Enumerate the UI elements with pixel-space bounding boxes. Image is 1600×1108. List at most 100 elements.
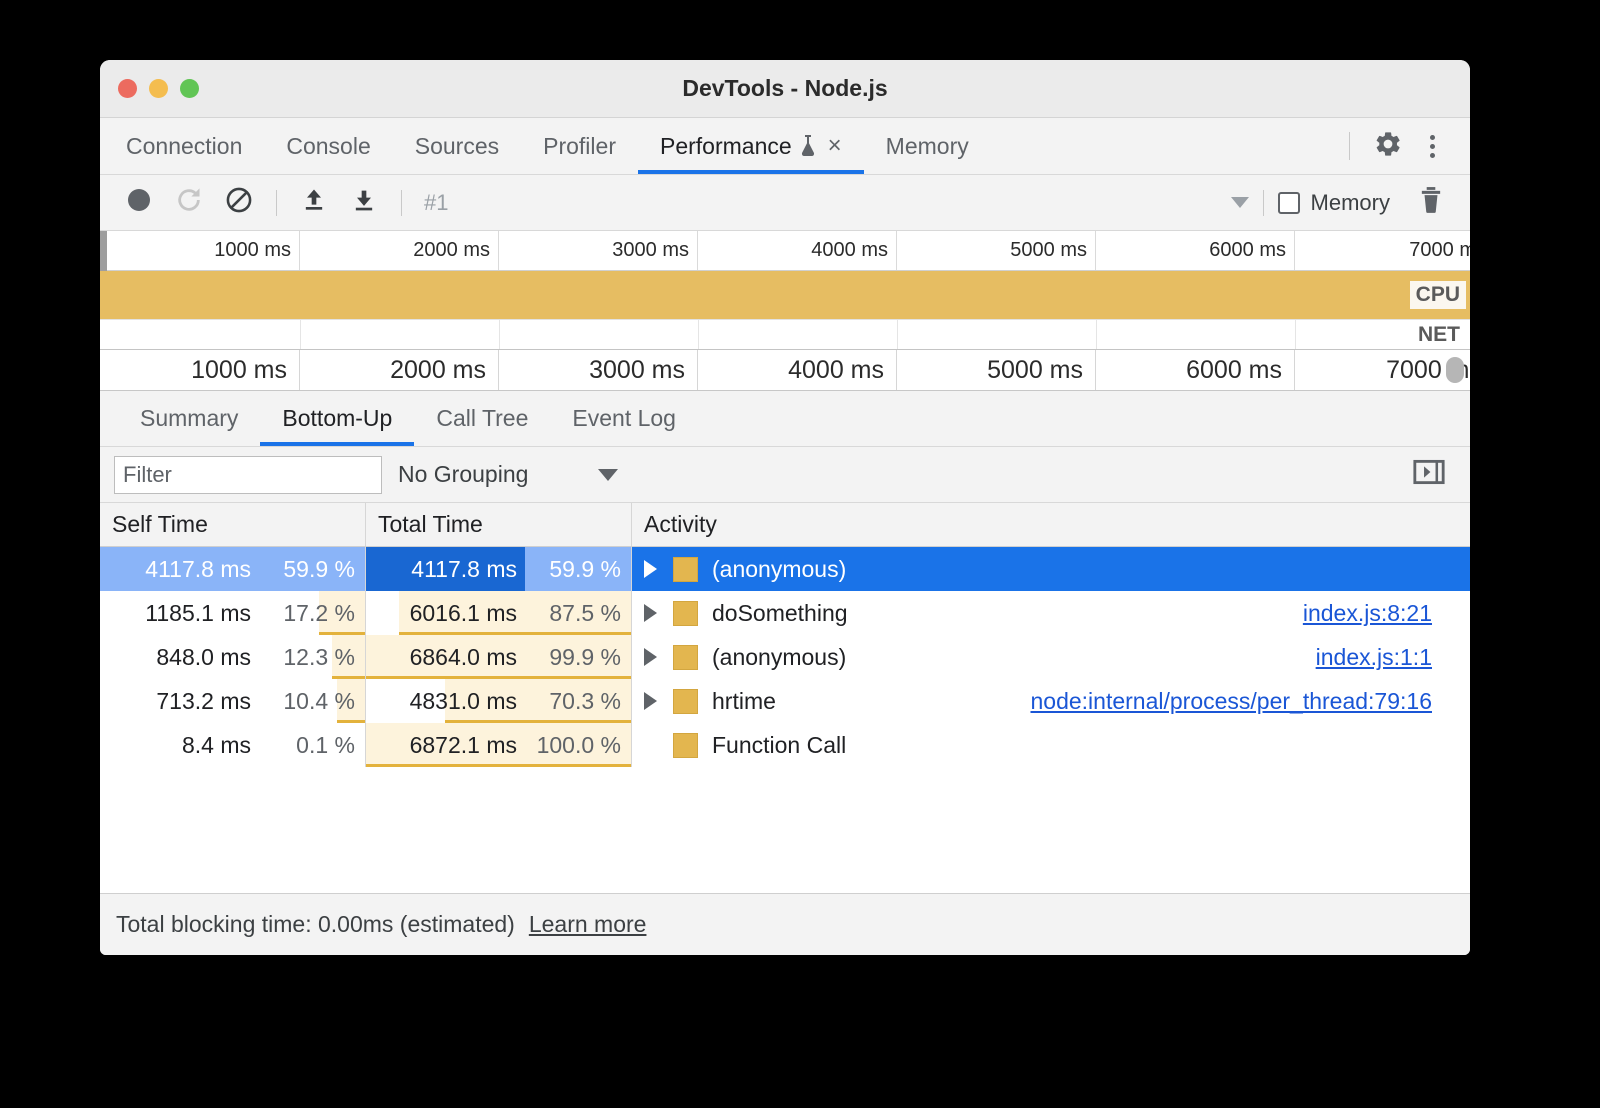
tab-summary[interactable]: Summary bbox=[118, 391, 260, 446]
ruler-tick: 7000 ms bbox=[1295, 231, 1470, 270]
tab-event-log[interactable]: Event Log bbox=[550, 391, 698, 446]
more-options-button[interactable] bbox=[1412, 126, 1452, 166]
record-circle-icon bbox=[125, 186, 153, 219]
learn-more-link[interactable]: Learn more bbox=[529, 911, 647, 938]
reload-and-record-button[interactable] bbox=[166, 183, 212, 223]
activity-name: hrtime bbox=[712, 688, 776, 715]
expand-triangle-icon[interactable] bbox=[644, 692, 657, 710]
tab-sources[interactable]: Sources bbox=[393, 118, 521, 174]
time-ms-value: 6864.0 ms bbox=[385, 644, 517, 671]
tab-connection[interactable]: Connection bbox=[100, 118, 264, 174]
total-time-cell: 4831.0 ms70.3 % bbox=[366, 679, 632, 723]
divider bbox=[1263, 190, 1264, 216]
chevron-down-icon bbox=[598, 469, 618, 481]
close-tab-icon[interactable]: × bbox=[828, 134, 842, 158]
expand-triangle-icon[interactable] bbox=[644, 648, 657, 666]
window-title: DevTools - Node.js bbox=[100, 75, 1470, 102]
tab-console[interactable]: Console bbox=[264, 118, 392, 174]
column-header-activity[interactable]: Activity bbox=[632, 503, 1470, 546]
self-time-cell: 1185.1 ms17.2 % bbox=[100, 591, 366, 635]
grouping-dropdown[interactable]: No Grouping bbox=[398, 461, 618, 488]
close-window-button[interactable] bbox=[118, 79, 137, 98]
panel-tabbar: Connection Console Sources Profiler Perf… bbox=[100, 118, 1470, 175]
delete-recording-button[interactable] bbox=[1408, 183, 1454, 223]
save-profile-button[interactable] bbox=[341, 183, 387, 223]
window-titlebar: DevTools - Node.js bbox=[100, 60, 1470, 118]
self-time-cell: 4117.8 ms59.9 % bbox=[100, 547, 366, 591]
activity-cell: hrtime node:internal/process/per_thread:7… bbox=[632, 679, 1470, 723]
expand-triangle-icon[interactable] bbox=[644, 560, 657, 578]
time-percent-value: 100.0 % bbox=[517, 732, 621, 759]
column-header-total-time[interactable]: Total Time bbox=[366, 503, 632, 546]
total-time-cell: 6864.0 ms99.9 % bbox=[366, 635, 632, 679]
column-header-self-time[interactable]: Self Time bbox=[100, 503, 366, 546]
activity-name: Function Call bbox=[712, 732, 846, 759]
overview-ruler-top: 1000 ms 2000 ms 3000 ms 4000 ms 5000 ms … bbox=[100, 231, 1470, 271]
source-location-link[interactable]: node:internal/process/per_thread:79:16 bbox=[1030, 688, 1432, 715]
settings-button[interactable] bbox=[1368, 126, 1408, 166]
table-row[interactable]: 4117.8 ms59.9 %4117.8 ms59.9 %(anonymous… bbox=[100, 547, 1470, 591]
checkbox-box[interactable] bbox=[1278, 192, 1300, 214]
download-profile-icon bbox=[350, 186, 378, 219]
devtools-window: DevTools - Node.js Connection Console So… bbox=[100, 60, 1470, 955]
tab-label: Profiler bbox=[543, 133, 616, 160]
filter-bar: No Grouping bbox=[100, 447, 1470, 503]
tab-label: Console bbox=[286, 133, 370, 160]
ruler-tick: 4000 ms bbox=[698, 231, 897, 270]
self-time-cell: 713.2 ms10.4 % bbox=[100, 679, 366, 723]
table-row[interactable]: 1185.1 ms17.2 %6016.1 ms87.5 %doSomethin… bbox=[100, 591, 1470, 635]
tab-memory[interactable]: Memory bbox=[864, 118, 991, 174]
ruler-tick: 5000 ms bbox=[897, 350, 1096, 390]
session-selector-label[interactable]: #1 bbox=[424, 190, 448, 216]
timeline-scroll-thumb[interactable] bbox=[1446, 357, 1464, 383]
category-color-swatch bbox=[673, 601, 698, 626]
session-dropdown-caret-icon[interactable] bbox=[1231, 197, 1249, 208]
record-button[interactable] bbox=[116, 183, 162, 223]
ruler-tick: 3000 ms bbox=[499, 231, 698, 270]
time-percent-value: 10.4 % bbox=[251, 688, 355, 715]
network-band: NET bbox=[100, 319, 1470, 349]
trash-icon bbox=[1418, 186, 1444, 219]
load-profile-button[interactable] bbox=[291, 183, 337, 223]
activity-cell: Function Call bbox=[632, 723, 1470, 767]
tab-bottom-up[interactable]: Bottom-Up bbox=[260, 391, 414, 446]
category-color-swatch bbox=[673, 557, 698, 582]
table-row[interactable]: 713.2 ms10.4 %4831.0 ms70.3 % hrtime node:… bbox=[100, 679, 1470, 723]
minimize-window-button[interactable] bbox=[149, 79, 168, 98]
tab-call-tree[interactable]: Call Tree bbox=[414, 391, 550, 446]
table-row[interactable]: 848.0 ms12.3 %6864.0 ms99.9 %(anonymous)… bbox=[100, 635, 1470, 679]
tab-label: Summary bbox=[140, 405, 238, 432]
time-ms-value: 4117.8 ms bbox=[385, 556, 517, 583]
tab-label: Connection bbox=[126, 133, 242, 160]
grouping-label: No Grouping bbox=[398, 461, 528, 488]
show-sidebar-button[interactable] bbox=[1412, 455, 1456, 494]
activity-name: doSomething bbox=[712, 600, 848, 627]
time-ms-value: 4831.0 ms bbox=[385, 688, 517, 715]
maximize-window-button[interactable] bbox=[180, 79, 199, 98]
time-percent-value: 0.1 % bbox=[251, 732, 355, 759]
category-color-swatch bbox=[673, 645, 698, 670]
table-row[interactable]: 8.4 ms0.1 %6872.1 ms100.0 %Function Call bbox=[100, 723, 1470, 767]
source-location-link[interactable]: index.js:8:21 bbox=[1303, 600, 1432, 627]
traffic-lights bbox=[100, 79, 199, 98]
category-color-swatch bbox=[673, 689, 698, 714]
filter-input[interactable] bbox=[114, 456, 382, 494]
timeline-overview[interactable]: 1000 ms 2000 ms 3000 ms 4000 ms 5000 ms … bbox=[100, 231, 1470, 391]
activity-cell: doSomething index.js:8:21 bbox=[632, 591, 1470, 635]
cpu-band-label: CPU bbox=[1410, 281, 1466, 309]
overview-left-handle[interactable] bbox=[100, 231, 107, 271]
tab-profiler[interactable]: Profiler bbox=[521, 118, 638, 174]
expand-triangle-icon[interactable] bbox=[644, 604, 657, 622]
tab-label: Event Log bbox=[572, 405, 676, 432]
total-blocking-time-text: Total blocking time: 0.00ms (estimated) bbox=[116, 911, 515, 938]
details-tabbar: Summary Bottom-Up Call Tree Event Log bbox=[100, 391, 1470, 447]
source-location-link[interactable]: index.js:1:1 bbox=[1316, 644, 1432, 671]
time-ms-value: 6016.1 ms bbox=[385, 600, 517, 627]
memory-checkbox[interactable]: Memory bbox=[1278, 190, 1390, 216]
clear-button[interactable] bbox=[216, 183, 262, 223]
show-sidebar-icon bbox=[1412, 476, 1446, 493]
flask-experiment-icon bbox=[800, 135, 816, 157]
activity-cell: (anonymous) bbox=[632, 547, 1470, 591]
tab-performance[interactable]: Performance × bbox=[638, 118, 864, 174]
time-percent-value: 12.3 % bbox=[251, 644, 355, 671]
